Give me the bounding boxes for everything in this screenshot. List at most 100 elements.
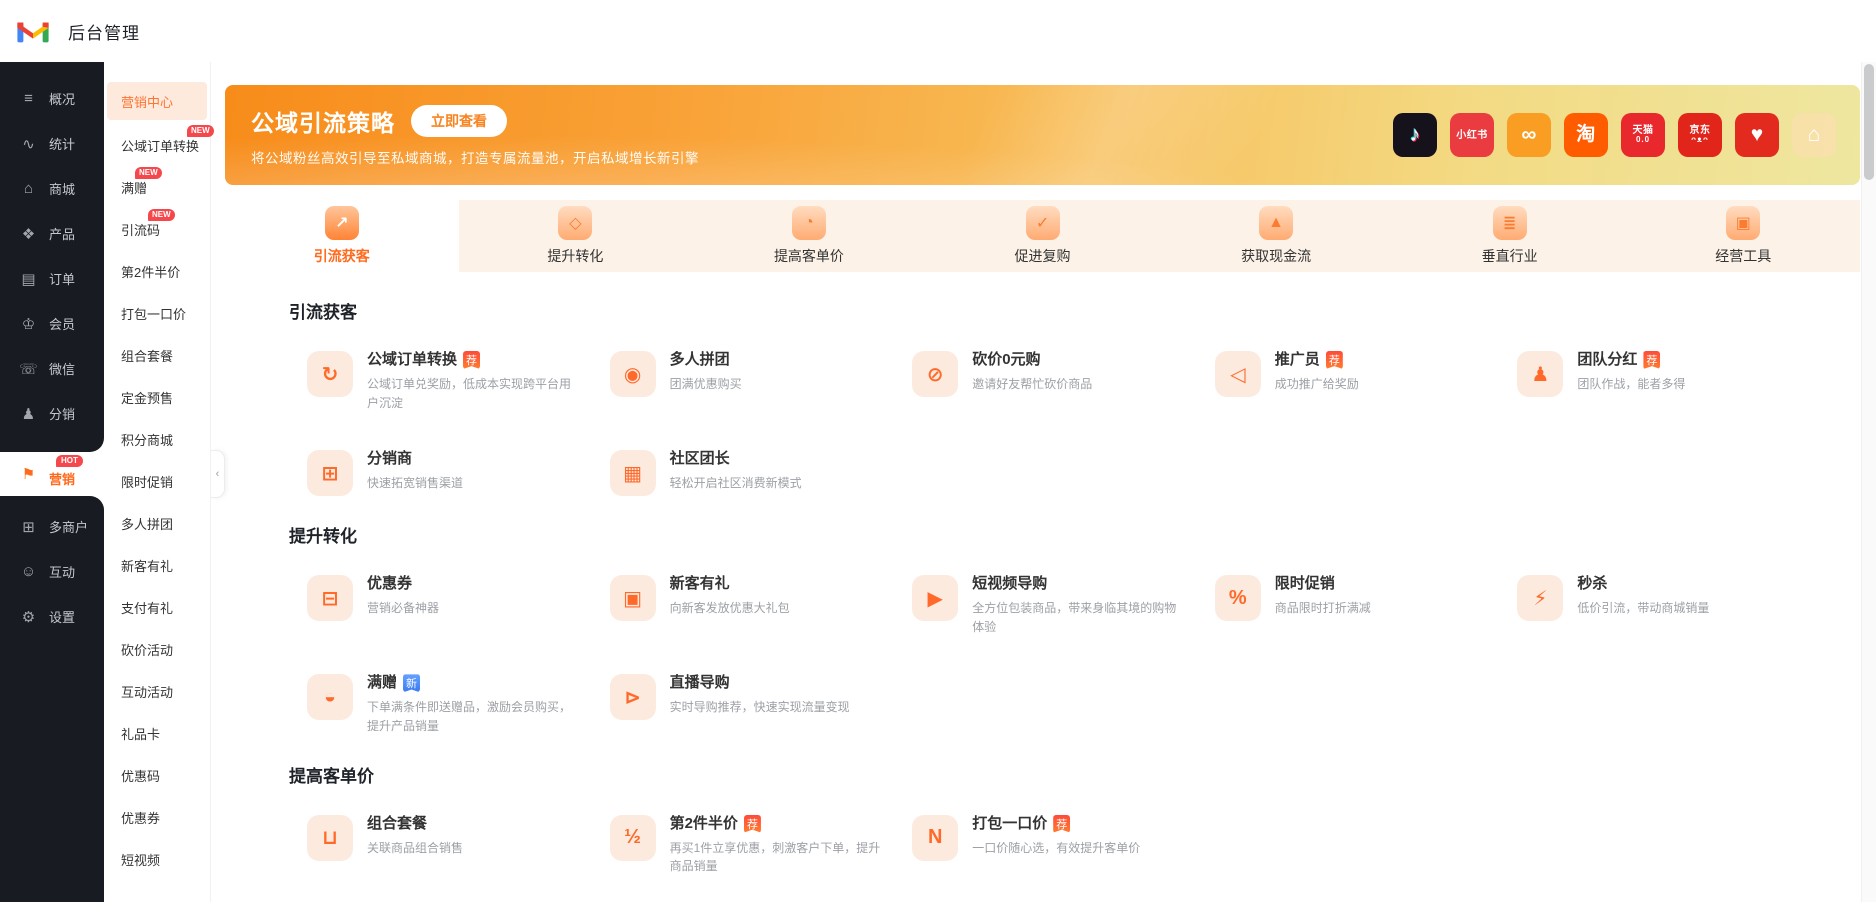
submenu-item[interactable]: 积分商城 [107,418,207,460]
feature-card[interactable]: ▦ 社区团长 轻松开启社区消费新模式 [610,450,913,496]
feature-card[interactable]: ◉ 多人拼团 团满优惠购买 [610,351,913,412]
feature-card[interactable]: % 限时促销 商品限时打折满减 [1215,575,1518,636]
sidebar-item[interactable]: ⚙ 设置 [0,594,104,639]
tab-label: 促进复购 [1015,246,1071,266]
feature-card-title: 秒杀 [1577,575,1607,593]
topbar: 后台管理 [0,0,1876,62]
platform-text: 小红书 [1456,130,1488,141]
scrollbar-thumb[interactable] [1864,64,1874,180]
sidebar-item[interactable]: ▤ 订单 [0,256,104,301]
feature-card-desc: 下单满条件即送赠品，激励会员购买，提升产品销量 [367,698,579,735]
tab-促进复购[interactable]: ✓ 促进复购 [926,200,1160,272]
sidebar-item[interactable]: ☺ 互动 [0,549,104,594]
feature-card[interactable]: ▶ 短视频导购 全方位包装商品，带来身临其境的购物体验 [912,575,1215,636]
feature-card-title: 公域订单转换 [367,351,457,369]
feature-card[interactable]: ▣ 新客有礼 向新客发放优惠大礼包 [610,575,913,636]
section: 引流获客 ↻ 公域订单转换 荐 公域订单兑奖励，低成本实现跨平台用户沉淀 ◉ 多… [265,298,1820,496]
sidebar-item[interactable]: ♟ 分销 [0,391,104,436]
feature-card-desc: 低价引流，带动商城销量 [1577,599,1709,618]
feature-card[interactable]: ⊔ 组合套餐 关联商品组合销售 [307,815,610,876]
sidebar-item[interactable]: ❖ 产品 [0,211,104,256]
submenu-item[interactable]: 第2件半价 [107,250,207,292]
submenu-item[interactable]: 新客有礼 [107,544,207,586]
feature-card[interactable]: ◒ 满赠 新 下单满条件即送赠品，激励会员购买，提升产品销量 [307,674,610,735]
taobao-icon: 淘 [1564,113,1608,157]
order-convert-icon: ↻ [307,351,353,397]
promoter-icon: ◁ [1215,351,1261,397]
tab-label: 提升转化 [547,246,603,266]
sidebar-collapse-handle[interactable]: ‹ [211,450,225,498]
submenu-item[interactable]: 优惠券 [107,796,207,838]
sidebar-item-label: 设置 [49,607,75,626]
sidebar-item[interactable]: ≡ 概况 [0,76,104,121]
submenu-item[interactable]: 定金预售 [107,376,207,418]
submenu-item[interactable]: 优惠码 [107,754,207,796]
feature-card[interactable]: N 打包一口价 荐 一口价随心选，有效提升客单价 [912,815,1215,876]
submenu-item[interactable]: 支付有礼 [107,586,207,628]
sidebar-item-label: 分销 [49,404,75,423]
feature-card-title: 优惠券 [367,575,412,593]
tab-引流获客[interactable]: ↗ 引流获客 [225,200,459,272]
traffic-acquisition-icon: ↗ [325,206,359,240]
submenu-item[interactable]: 砍价活动 [107,628,207,670]
products-icon: ❖ [19,225,38,243]
submenu-item[interactable]: 打包一口价 [107,292,207,334]
submenu-item-label: 定金预售 [121,388,173,407]
feature-card[interactable]: ⊳ 直播导购 实时导购推荐，快速实现流量变现 [610,674,913,735]
submenu-item[interactable]: 互动活动 [107,670,207,712]
tab-提高客单价[interactable]: ◔ 提高客单价 [692,200,926,272]
sidebar-item-label: 微信 [49,359,75,378]
repurchase-icon: ✓ [1026,206,1060,240]
submenu-item-label: 积分商城 [121,430,173,449]
submenu-item-label: 打包一口价 [121,304,186,323]
submenu-item[interactable]: 礼品卡 [107,712,207,754]
submenu-item[interactable]: 满赠NEW [107,166,207,208]
tab-经营工具[interactable]: ▣ 经营工具 [1626,200,1860,272]
sidebar-item[interactable]: ∿ 统计 [0,121,104,166]
submenu-item[interactable]: 限时促销 [107,460,207,502]
vertical-scrollbar[interactable] [1861,62,1876,902]
main-sidebar: ≡ 概况 ∿ 统计 ⌂ 商城 ❖ 产品 ▤ 订单 ♔ 会员 ☏ 微信 ♟ 分销 … [0,62,104,902]
feature-card[interactable]: ♟ 团队分红 荐 团队作战，能者多得 [1517,351,1820,412]
feature-card-title: 第2件半价 [670,815,738,833]
tab-获取现金流[interactable]: ▲ 获取现金流 [1159,200,1393,272]
tab-提升转化[interactable]: ◇ 提升转化 [459,200,693,272]
submenu-item[interactable]: 营销中心 [107,82,207,120]
feature-card[interactable]: ⊞ 分销商 快速拓宽销售渠道 [307,450,610,496]
recommend-badge: 荐 [1053,815,1070,833]
feature-card[interactable]: ½ 第2件半价 荐 再买1件立享优惠，刺激客户下单，提升商品销量 [610,815,913,876]
feature-card[interactable]: ↻ 公域订单转换 荐 公域订单兑奖励，低成本实现跨平台用户沉淀 [307,351,610,412]
marketing-submenu: 营销中心 公域订单转换NEW 满赠NEW 引流码NEW 第2件半价 打包一口价 … [104,62,211,902]
new-badge: NEW [148,209,175,221]
feature-card[interactable]: ⊟ 优惠券 营销必备神器 [307,575,610,636]
submenu-item-label: 公域订单转换NEW [121,136,199,155]
feature-card[interactable]: ◁ 推广员 荐 成功推广给奖励 [1215,351,1518,412]
feature-card-title: 砍价0元购 [972,351,1040,369]
feature-card[interactable]: ⊘ 砍价0元购 邀请好友帮忙砍价商品 [912,351,1215,412]
submenu-item[interactable]: 引流码NEW [107,208,207,250]
feature-card-title: 组合套餐 [367,815,427,833]
wechat-icon: ☏ [19,360,38,378]
sidebar-item[interactable]: ⌂ 商城 [0,166,104,211]
submenu-item[interactable]: 多人拼团 [107,502,207,544]
platform-glyph: ⌂ [1808,123,1821,146]
recommend-badge: 荐 [1326,351,1343,369]
view-now-button[interactable]: 立即查看 [411,105,507,137]
submenu-item[interactable]: 公域订单转换NEW [107,124,207,166]
sidebar-item[interactable]: ☏ 微信 [0,346,104,391]
submenu-item-label: 限时促销 [121,472,173,491]
submenu-item-label: 新客有礼 [121,556,173,575]
community-leader-icon: ▦ [610,450,656,496]
sidebar-item[interactable]: ⊞ 多商户 [0,504,104,549]
feature-card[interactable]: ⚡ 秒杀 低价引流，带动商城销量 [1517,575,1820,636]
sidebar-item-marketing-active[interactable]: ⚑ 营销 HOT [0,452,104,496]
new-badge: NEW [135,167,162,179]
submenu-item-label: 优惠码 [121,766,160,785]
submenu-item[interactable]: 组合套餐 [107,334,207,376]
sidebar-item[interactable]: ♔ 会员 [0,301,104,346]
tab-垂直行业[interactable]: ≣ 垂直行业 [1393,200,1627,272]
feature-card-desc: 公域订单兑奖励，低成本实现跨平台用户沉淀 [367,375,579,412]
feature-card-desc: 团队作战，能者多得 [1577,375,1685,394]
feature-card-desc: 全方位包装商品，带来身临其境的购物体验 [972,599,1184,636]
submenu-item[interactable]: 短视频 [107,838,207,880]
